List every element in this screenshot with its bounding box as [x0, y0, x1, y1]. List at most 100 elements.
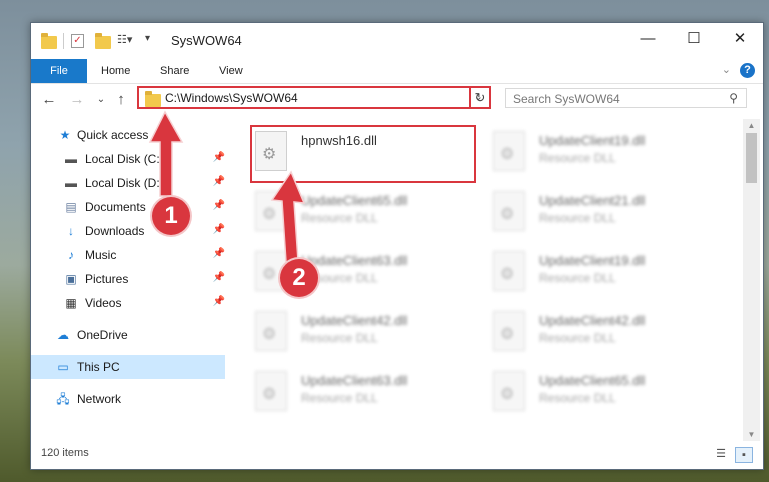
ribbon-tabs: File Home Share View ⌄ ? [31, 59, 763, 84]
file-name: UpdateClient63.dll [301, 253, 408, 268]
sidebar-item-pictures[interactable]: ▣ Pictures 📌 [31, 267, 225, 291]
file-type: Resource DLL [301, 331, 378, 345]
window-title: SysWOW64 [171, 33, 242, 48]
vertical-scrollbar[interactable]: ▲ ▼ [743, 119, 760, 441]
file-type: Resource DLL [539, 271, 616, 285]
pin-icon[interactable]: 📌 [213, 224, 225, 235]
title-bar: ✓ ☷▾ ▾ SysWOW64 — ☐ ✕ [31, 23, 763, 59]
sidebar-item-label: Pictures [85, 272, 129, 286]
dll-file-icon [493, 131, 525, 171]
star-icon: ★ [59, 128, 71, 142]
file-name: UpdateClient65.dll [301, 193, 408, 208]
pin-icon[interactable]: 📌 [213, 272, 225, 283]
sidebar-item-local-disk-c[interactable]: ▬ Local Disk (C:) 📌 [31, 147, 225, 171]
explorer-window: ✓ ☷▾ ▾ SysWOW64 — ☐ ✕ File Home Share Vi… [30, 22, 764, 470]
new-folder-icon[interactable] [95, 33, 111, 49]
refresh-icon[interactable]: ↻ [469, 86, 491, 109]
file-name: UpdateClient42.dll [539, 313, 646, 328]
pictures-icon: ▣ [65, 272, 77, 286]
file-type: Resource DLL [539, 331, 616, 345]
sidebar-item-downloads[interactable]: ↓ Downloads 📌 [31, 219, 225, 243]
minimize-button[interactable]: — [625, 23, 671, 55]
folder-icon [145, 91, 161, 107]
file-item[interactable]: UpdateClient19.dll Resource DLL [493, 245, 713, 301]
pin-icon[interactable]: 📌 [213, 296, 225, 307]
sidebar-item-label: Music [85, 248, 117, 262]
sidebar-item-network[interactable]: 🖧 Network [31, 387, 225, 411]
music-icon: ♪ [68, 248, 74, 262]
up-arrow-icon[interactable]: ↑ [111, 90, 131, 110]
help-icon[interactable]: ? [740, 63, 755, 78]
maximize-button[interactable]: ☐ [671, 23, 717, 55]
file-type: Resource DLL [301, 391, 378, 405]
pin-icon[interactable]: 📌 [213, 200, 225, 211]
file-item[interactable]: UpdateClient42.dll Resource DLL [255, 305, 475, 361]
sidebar-item-label: Quick access [77, 128, 149, 142]
documents-icon: ▤ [65, 200, 77, 214]
scroll-down-icon[interactable]: ▼ [743, 430, 760, 439]
videos-icon: ▦ [65, 296, 77, 310]
tab-file[interactable]: File [31, 59, 87, 83]
drive-icon: ▬ [65, 152, 77, 166]
file-item[interactable]: UpdateClient63.dll Resource DLL [255, 365, 475, 421]
recent-locations-icon[interactable]: ⌄ [91, 90, 111, 110]
sidebar-item-documents[interactable]: ▤ Documents 📌 [31, 195, 225, 219]
download-icon: ↓ [68, 224, 74, 238]
chevron-down-icon[interactable]: ▾ [145, 33, 161, 49]
file-name: UpdateClient19.dll [539, 253, 646, 268]
folder-icon[interactable] [41, 33, 57, 49]
sidebar-item-local-disk-d[interactable]: ▬ Local Disk (D:) 📌 [31, 171, 225, 195]
file-item[interactable]: UpdateClient19.dll Resource DLL [493, 125, 713, 181]
close-button[interactable]: ✕ [717, 23, 763, 55]
file-item[interactable]: UpdateClient65.dll Resource DLL [493, 365, 713, 421]
properties-icon[interactable]: ✓ [71, 34, 84, 48]
file-item[interactable]: UpdateClient65.dll Resource DLL [255, 185, 475, 241]
sidebar-item-label: OneDrive [77, 328, 128, 342]
pin-icon[interactable]: 📌 [213, 152, 225, 163]
sidebar-item-videos[interactable]: ▦ Videos 📌 [31, 291, 225, 315]
forward-arrow-icon[interactable]: → [67, 90, 87, 110]
customize-icon[interactable]: ☷▾ [117, 33, 133, 49]
address-bar[interactable]: C:\Windows\SysWOW64 ⌄ [137, 86, 491, 109]
sidebar-item-onedrive[interactable]: ☁ OneDrive [31, 323, 225, 347]
sidebar-item-label: Network [77, 392, 122, 406]
pin-icon[interactable]: 📌 [213, 176, 225, 187]
file-type: Resource DLL [539, 151, 616, 165]
dll-file-icon [493, 251, 525, 291]
step-1-badge: 1 [152, 197, 190, 235]
sidebar-item-quick-access[interactable]: ★ Quick access [31, 123, 225, 147]
details-view-icon[interactable]: ☰ [713, 447, 729, 461]
file-item[interactable]: UpdateClient42.dll Resource DLL [493, 305, 713, 361]
sidebar-item-label: This PC [77, 360, 120, 374]
chevron-up-icon[interactable]: ⌄ [722, 63, 731, 76]
sidebar-item-music[interactable]: ♪ Music 📌 [31, 243, 225, 267]
search-icon: ⚲ [729, 91, 738, 105]
scroll-up-icon[interactable]: ▲ [743, 121, 760, 130]
tab-view[interactable]: View [219, 59, 243, 83]
drive-icon: ▬ [65, 176, 77, 190]
dll-file-icon [493, 191, 525, 231]
large-icons-view-icon[interactable]: ▪ [735, 447, 753, 463]
file-highlight-box [250, 125, 476, 183]
file-name: UpdateClient63.dll [301, 373, 408, 388]
navigation-pane: ★ Quick access ▬ Local Disk (C:) 📌 ▬ Loc… [31, 117, 225, 439]
search-placeholder: Search SysWOW64 [513, 92, 620, 106]
search-input[interactable]: Search SysWOW64 ⚲ [505, 88, 747, 108]
computer-icon: ▭ [57, 360, 69, 374]
tab-share[interactable]: Share [160, 59, 189, 83]
pin-icon[interactable]: 📌 [213, 248, 225, 259]
file-name: UpdateClient65.dll [539, 373, 646, 388]
dll-file-icon [255, 371, 287, 411]
item-count: 120 items [41, 447, 89, 459]
file-item[interactable]: UpdateClient21.dll Resource DLL [493, 185, 713, 241]
dll-file-icon [493, 371, 525, 411]
sidebar-item-label: Documents [85, 200, 146, 214]
scroll-thumb[interactable] [746, 133, 757, 183]
file-type: Resource DLL [539, 211, 616, 225]
tab-home[interactable]: Home [101, 59, 130, 83]
sidebar-item-this-pc[interactable]: ▭ This PC [31, 355, 225, 379]
dll-file-icon [493, 311, 525, 351]
back-arrow-icon[interactable]: ← [39, 90, 59, 110]
file-name: UpdateClient21.dll [539, 193, 646, 208]
address-path: C:\Windows\SysWOW64 [165, 91, 298, 105]
